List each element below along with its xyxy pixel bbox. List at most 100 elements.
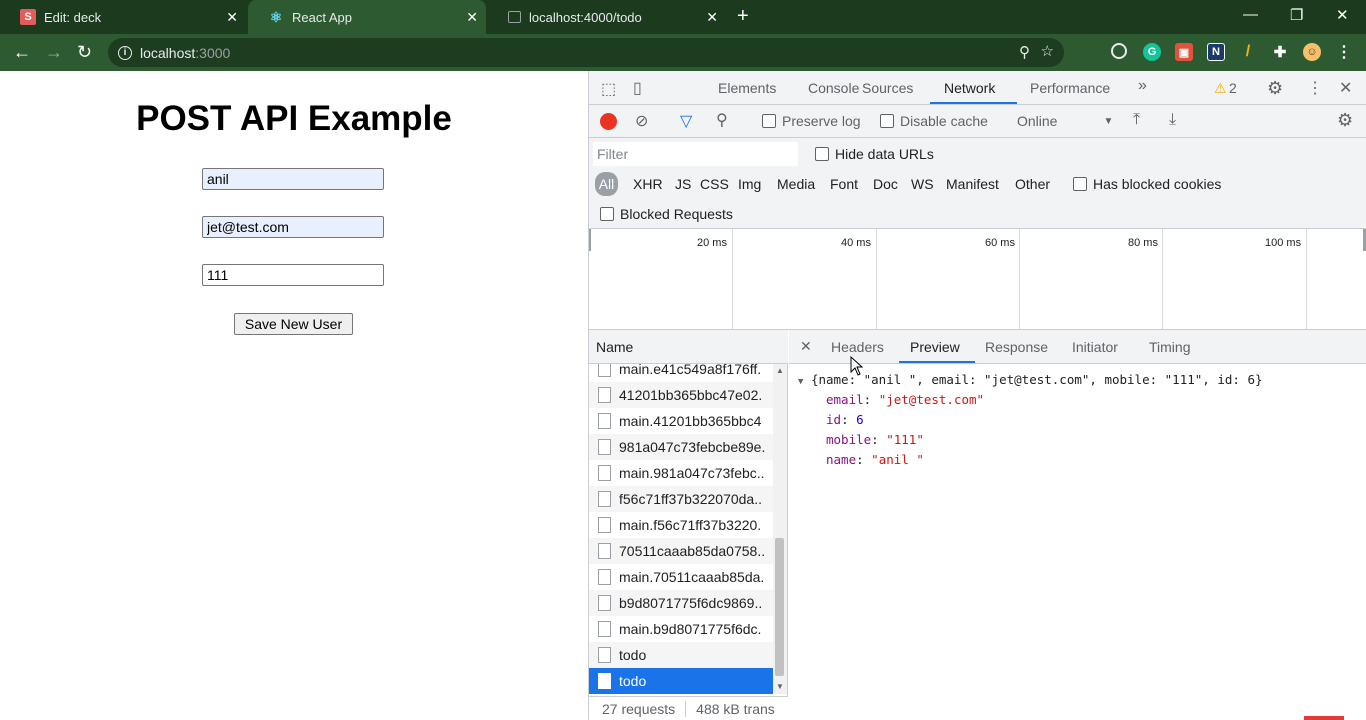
import-har-icon[interactable]: ⤒ bbox=[1133, 111, 1140, 129]
close-tab-icon[interactable]: ✕ bbox=[466, 9, 478, 26]
record-icon[interactable] bbox=[600, 113, 617, 130]
extension-n-icon[interactable]: N bbox=[1207, 43, 1225, 61]
more-tabs-icon[interactable]: » bbox=[1138, 77, 1147, 95]
zoom-icon[interactable]: ⚲ bbox=[1019, 43, 1030, 61]
mobile-input[interactable] bbox=[202, 264, 384, 286]
request-row[interactable]: 41201bb365bbc47e02. bbox=[589, 382, 773, 408]
browser-tab-todo[interactable]: localhost:4000/todo ✕ bbox=[488, 0, 726, 34]
inspect-element-icon[interactable]: ⬚ bbox=[601, 79, 616, 99]
clear-icon[interactable]: ⊘ bbox=[635, 111, 648, 131]
close-window-icon[interactable]: ✕ bbox=[1336, 6, 1349, 24]
warning-count[interactable]: 2 bbox=[1229, 80, 1237, 96]
devtools-menu-icon[interactable]: ⋮ bbox=[1307, 78, 1323, 98]
filter-type-media[interactable]: Media bbox=[777, 176, 815, 192]
forward-icon[interactable]: → bbox=[45, 42, 63, 63]
extension-target-icon[interactable] bbox=[1111, 43, 1127, 59]
expand-triangle-icon[interactable]: ▼ bbox=[798, 377, 803, 387]
browser-tab-edit-deck[interactable]: S Edit: deck ✕ bbox=[0, 0, 246, 34]
tab-sources[interactable]: Sources bbox=[862, 80, 913, 96]
throttling-select[interactable]: Online ▼ bbox=[1017, 113, 1113, 129]
checkbox[interactable] bbox=[600, 207, 614, 221]
filter-type-ws[interactable]: WS bbox=[911, 176, 934, 192]
filter-type-xhr[interactable]: XHR bbox=[633, 176, 663, 192]
bookmark-star-icon[interactable]: ☆ bbox=[1041, 42, 1054, 60]
filter-type-font[interactable]: Font bbox=[830, 176, 858, 192]
minimize-icon[interactable]: — bbox=[1243, 6, 1258, 23]
active-tab-indicator bbox=[930, 102, 1017, 104]
request-row[interactable]: main.41201bb365bbc4 bbox=[589, 408, 773, 434]
blocked-cookies-checkbox[interactable]: Has blocked cookies bbox=[1073, 176, 1221, 192]
tab-initiator[interactable]: Initiator bbox=[1072, 339, 1118, 355]
extensions-puzzle-icon[interactable]: ✚ bbox=[1271, 43, 1289, 61]
json-object-summary[interactable]: ▼ {name: "anil ", email: "jet@test.com",… bbox=[798, 372, 1263, 387]
request-row[interactable]: 70511caaab85da0758.. bbox=[589, 538, 773, 564]
tab-performance[interactable]: Performance bbox=[1030, 80, 1110, 96]
filter-type-doc[interactable]: Doc bbox=[873, 176, 898, 192]
request-row[interactable]: main.f56c71ff37b3220. bbox=[589, 512, 773, 538]
device-toolbar-icon[interactable]: ▯ bbox=[633, 78, 642, 98]
hide-data-urls-checkbox[interactable]: Hide data URLs bbox=[815, 146, 934, 162]
tab-elements[interactable]: Elements bbox=[718, 80, 776, 96]
extension-red-icon[interactable]: ▣ bbox=[1175, 43, 1193, 61]
grammarly-icon[interactable]: G bbox=[1143, 43, 1161, 61]
scroll-down-icon[interactable]: ▼ bbox=[776, 682, 784, 691]
save-new-user-button[interactable]: Save New User bbox=[234, 313, 353, 335]
close-detail-icon[interactable]: ✕ bbox=[800, 338, 812, 355]
browser-menu-icon[interactable]: ⋮ bbox=[1335, 43, 1353, 61]
filter-type-img[interactable]: Img bbox=[738, 176, 761, 192]
export-har-icon[interactable]: ⤓ bbox=[1169, 111, 1176, 129]
restore-icon[interactable]: ❐ bbox=[1290, 6, 1303, 24]
filter-type-css[interactable]: CSS bbox=[700, 176, 729, 192]
filter-type-all[interactable]: All bbox=[595, 172, 618, 196]
filter-type-js[interactable]: JS bbox=[675, 176, 691, 192]
address-bar[interactable]: i localhost:3000 ⚲ ☆ bbox=[108, 38, 1064, 67]
tab-network[interactable]: Network bbox=[944, 80, 995, 96]
pencil-extension-icon[interactable]: / bbox=[1239, 43, 1257, 61]
checkbox[interactable] bbox=[880, 114, 894, 128]
filter-icon[interactable]: ▽ bbox=[680, 111, 692, 131]
checkbox[interactable] bbox=[1073, 177, 1087, 191]
reload-icon[interactable]: ↻ bbox=[77, 42, 92, 63]
new-tab-icon[interactable]: + bbox=[737, 5, 749, 28]
filter-input[interactable]: Filter bbox=[593, 142, 798, 166]
settings-gear-icon[interactable]: ⚙ bbox=[1267, 78, 1283, 99]
tab-console[interactable]: Console bbox=[808, 80, 859, 96]
warning-icon[interactable]: ⚠ bbox=[1214, 80, 1227, 97]
request-row[interactable]: b9d8071775f6dc9869.. bbox=[589, 590, 773, 616]
scrollbar-thumb[interactable] bbox=[775, 538, 784, 676]
site-info-icon[interactable]: i bbox=[118, 45, 132, 60]
tab-timing[interactable]: Timing bbox=[1149, 339, 1191, 355]
request-row-selected[interactable]: todo bbox=[589, 668, 773, 694]
back-icon[interactable]: ← bbox=[13, 42, 31, 63]
tab-headers[interactable]: Headers bbox=[831, 339, 884, 355]
disable-cache-checkbox[interactable]: Disable cache bbox=[880, 113, 988, 129]
close-tab-icon[interactable]: ✕ bbox=[226, 9, 238, 26]
filter-type-manifest[interactable]: Manifest bbox=[946, 176, 999, 192]
request-row[interactable]: main.70511caaab85da. bbox=[589, 564, 773, 590]
tab-preview[interactable]: Preview bbox=[910, 339, 960, 355]
request-row[interactable]: 981a047c73febcbe89e. bbox=[589, 434, 773, 460]
name-input[interactable] bbox=[202, 168, 384, 190]
blocked-requests-checkbox[interactable]: Blocked Requests bbox=[600, 206, 733, 222]
timeline-handle[interactable] bbox=[589, 229, 591, 251]
tab-response[interactable]: Response bbox=[985, 339, 1048, 355]
request-row[interactable]: main.981a047c73febc.. bbox=[589, 460, 773, 486]
profile-avatar-icon[interactable]: ☺ bbox=[1303, 43, 1321, 61]
network-overview-timeline[interactable]: 20 ms 40 ms 60 ms 80 ms 100 ms bbox=[589, 229, 1366, 330]
search-icon[interactable]: ⚲ bbox=[716, 110, 728, 130]
request-row[interactable]: main.e41c549a8f176ff. bbox=[589, 364, 773, 382]
filter-type-other[interactable]: Other bbox=[1015, 176, 1050, 192]
close-devtools-icon[interactable]: ✕ bbox=[1339, 78, 1352, 98]
close-tab-icon[interactable]: ✕ bbox=[706, 9, 718, 26]
request-row[interactable]: todo bbox=[589, 642, 773, 668]
checkbox[interactable] bbox=[762, 114, 776, 128]
checkbox[interactable] bbox=[815, 147, 829, 161]
email-input[interactable] bbox=[202, 216, 384, 238]
request-row[interactable]: f56c71ff37b322070da.. bbox=[589, 486, 773, 512]
scroll-up-icon[interactable]: ▲ bbox=[776, 366, 784, 375]
network-settings-icon[interactable]: ⚙ bbox=[1337, 110, 1353, 131]
name-column-header[interactable]: Name bbox=[589, 330, 788, 364]
request-row[interactable]: main.b9d8071775f6dc. bbox=[589, 616, 773, 642]
preserve-log-checkbox[interactable]: Preserve log bbox=[762, 113, 861, 129]
browser-tab-react-app[interactable]: ⚛ React App ✕ bbox=[248, 0, 486, 34]
